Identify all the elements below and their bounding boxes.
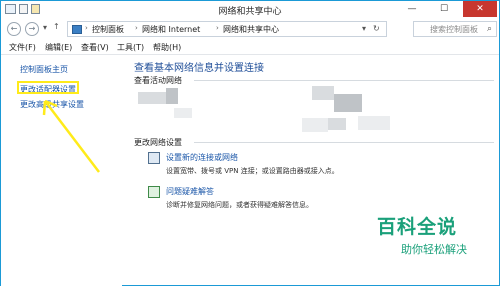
setup-connection-description: 设置宽带、拨号或 VPN 连接；或设置路由器或接入点。 [166,167,339,175]
connection-detail-blurred [302,118,328,132]
divider [194,80,494,81]
page-title: 查看基本网络信息并设置连接 [134,63,264,74]
watermark-slogan: 助你轻松解决 [401,243,467,256]
network-name-blurred [166,88,178,104]
watermark-logo: 百科全说 [377,216,458,238]
troubleshoot-link[interactable]: 问题疑难解答 [166,186,214,197]
change-network-settings-title: 更改网络设置 [134,138,182,147]
troubleshoot-icon [148,186,160,198]
setup-connection-link[interactable]: 设置新的连接或网络 [166,152,238,163]
connection-detail-blurred [328,118,346,130]
access-type-blurred [312,86,334,100]
connection-blurred [334,94,362,112]
connection-detail-blurred [358,116,390,130]
active-networks-title: 查看活动网络 [134,76,182,85]
divider [194,142,494,143]
network-icon-blurred [138,92,166,104]
troubleshoot-description: 诊断并修复网络问题，或者获得疑难解答信息。 [166,201,313,209]
window: 网络和共享中心 — ☐ ✕ ← → ▾ ↑ › 控制面板 › 网络和 Inter… [0,0,500,286]
network-setup-icon [148,152,160,164]
network-type-blurred [174,108,192,118]
